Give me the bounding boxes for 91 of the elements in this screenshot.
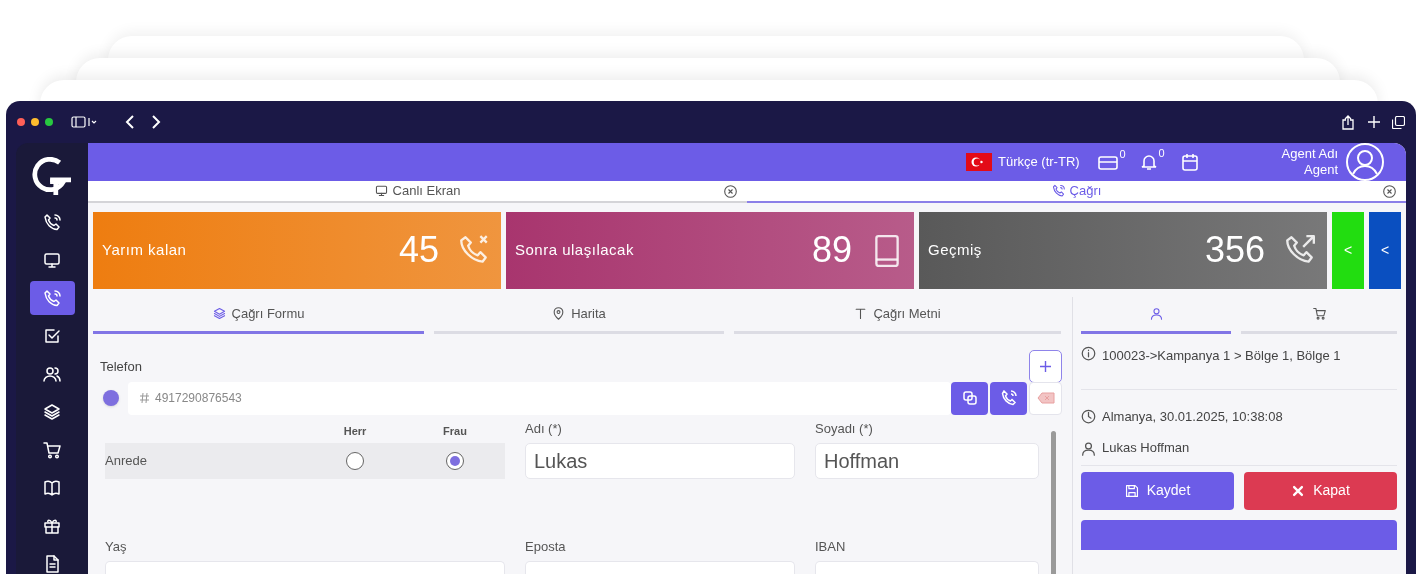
phone-label: Telefon (100, 358, 142, 376)
layers-icon (43, 403, 61, 421)
backspace-icon (1036, 392, 1055, 404)
action-bar[interactable] (1081, 519, 1397, 550)
minimize-window-button[interactable] (31, 118, 39, 126)
phone-icon (1000, 390, 1017, 406)
forward-icon[interactable] (151, 115, 161, 129)
save-button[interactable]: Kaydet (1081, 471, 1234, 510)
user-role: Agent (1304, 162, 1338, 178)
back-icon[interactable] (125, 115, 135, 129)
close-window-button[interactable] (17, 118, 25, 126)
radio-button[interactable] (446, 451, 464, 470)
field-label: IBAN (815, 538, 847, 557)
map-pin-icon (552, 307, 566, 320)
text-field[interactable] (105, 560, 505, 574)
share-icon[interactable] (1342, 114, 1354, 130)
gift-icon (43, 517, 61, 535)
field-label: Soyadı (*) (815, 420, 874, 438)
close-tab-icon[interactable] (724, 185, 737, 198)
copy-button[interactable] (951, 381, 988, 415)
text-icon (854, 307, 868, 320)
logo-icon (30, 157, 74, 195)
scrollbar[interactable] (1051, 430, 1056, 574)
collapse-button[interactable]: < (1369, 211, 1401, 289)
info-text: Almanya, 30.01.2025, 10:38:08 (1102, 407, 1283, 426)
person-icon (1081, 440, 1096, 456)
tab[interactable]: Çağrı Metni (734, 296, 1061, 334)
calendar-icon[interactable] (1181, 153, 1198, 171)
salutation-label: Anrede (105, 451, 148, 470)
sidebar-item[interactable] (29, 281, 75, 315)
hash-icon (140, 393, 149, 403)
notification-icon[interactable] (1139, 153, 1158, 171)
info-text: Lukas Hoffman (1102, 439, 1190, 458)
close-icon (1291, 483, 1306, 498)
monitor-icon (43, 251, 61, 269)
turkish-flag-icon (966, 153, 992, 171)
user-name: Agent Adı (1281, 146, 1338, 162)
plus-icon (1040, 360, 1051, 372)
tab[interactable]: Harita (434, 296, 724, 334)
text-field[interactable]: Lukas (525, 442, 795, 479)
stat-label: Geçmiş (928, 239, 983, 260)
info-text: 100023->Kampanya 1 > Bölge 1, Bölge 1 (1102, 346, 1341, 365)
stat-value: 89 (811, 228, 852, 272)
field-label: Yaş (105, 538, 128, 557)
checkbox-icon (43, 327, 61, 345)
text-field[interactable]: Hoffman (815, 442, 1039, 479)
phone-field[interactable]: 4917290876543 (128, 381, 951, 415)
stat-value: 356 (1204, 228, 1265, 272)
document-icon (43, 555, 61, 573)
text-field[interactable] (815, 560, 1039, 574)
tabs-overview-icon[interactable] (1392, 115, 1405, 129)
clock-icon (1081, 409, 1096, 424)
field-label: Eposta (525, 538, 567, 557)
radio-option-label: Frau (442, 424, 468, 439)
save-icon (1124, 483, 1139, 498)
stat-label: Yarım kalan (102, 239, 188, 260)
phone-icon (43, 213, 61, 231)
maximize-window-button[interactable] (45, 118, 53, 126)
page-tab[interactable]: Canlı Ekran (374, 181, 461, 201)
tab[interactable]: Çağrı Formu (93, 296, 424, 334)
phone-icon (1051, 184, 1065, 198)
close-button[interactable]: Kapat (1244, 471, 1397, 510)
info-icon (1081, 345, 1096, 361)
stat-value: 45 (398, 228, 439, 272)
sidebar-toggle-icon[interactable] (71, 116, 99, 128)
cart-icon (43, 441, 61, 459)
person-icon (1149, 307, 1163, 320)
call-button[interactable] (990, 381, 1027, 415)
radio-button[interactable] (346, 451, 364, 470)
wallet-icon[interactable] (1097, 154, 1118, 170)
notification-count: 0 (1158, 146, 1165, 161)
stat-label: Sonra ulaşılacak (515, 239, 635, 260)
wallet-count: 0 (1119, 147, 1126, 162)
stat-card[interactable]: Geçmiş 356 (919, 211, 1327, 289)
book-icon (43, 479, 61, 497)
users-icon (43, 365, 61, 383)
page-tab[interactable]: Çağrı (1051, 181, 1102, 201)
copy-icon (962, 391, 977, 405)
phone-icon (43, 289, 61, 307)
monitor-icon (374, 184, 388, 198)
layers-icon (212, 307, 226, 320)
language-selector[interactable]: Türkçe (tr-TR) (998, 152, 1080, 172)
new-tab-icon[interactable] (1368, 116, 1380, 128)
stat-card[interactable]: Sonra ulaşılacak 89 (506, 211, 914, 289)
avatar-icon[interactable] (1346, 143, 1384, 181)
field-label: Adı (*) (525, 420, 563, 438)
add-phone-button[interactable] (1029, 349, 1062, 383)
close-tab-icon[interactable] (1383, 185, 1396, 198)
radio-option-label: Herr (342, 424, 368, 439)
text-field[interactable] (525, 560, 795, 574)
cart-icon (1312, 307, 1326, 320)
